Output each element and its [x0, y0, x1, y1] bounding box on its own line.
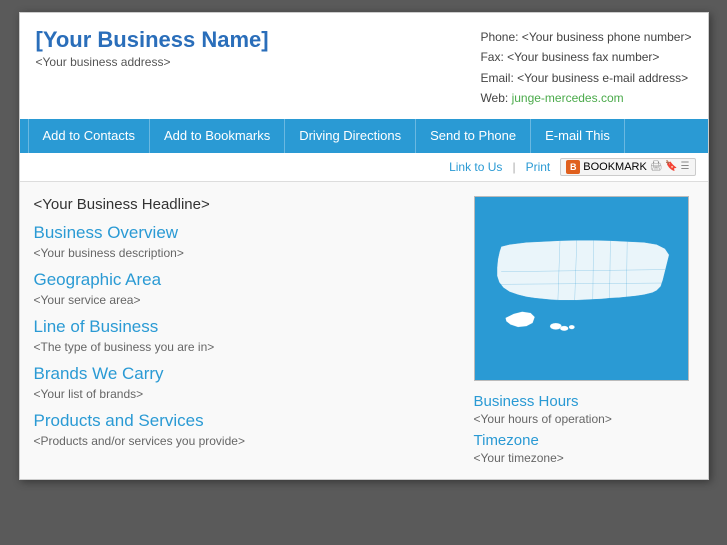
web-url-link[interactable]: junge-mercedes.com [512, 91, 624, 105]
header-right: Phone: <Your business phone number> Fax:… [480, 27, 691, 109]
business-name: [Your Business Name] [36, 27, 269, 53]
right-section-desc-1: <Your timezone> [474, 451, 694, 465]
business-address: <Your business address> [36, 55, 269, 69]
nav-driving-directions[interactable]: Driving Directions [285, 119, 416, 153]
bookmark-label: BOOKMARK [583, 161, 647, 173]
section-title-2: Line of Business [34, 317, 454, 337]
section-desc-4: <Products and/or services you provide> [34, 434, 454, 448]
bookmark-icon: B [566, 160, 580, 174]
bookmark-icons-extra: 🖨 🔖 ☰ [650, 161, 690, 172]
right-column: Business Hours <Your hours of operation>… [474, 196, 694, 465]
navbar: Add to Contacts Add to Bookmarks Driving… [20, 119, 708, 153]
right-section-title-0: Business Hours [474, 393, 694, 410]
email-label: Email: <Your business e-mail address> [480, 68, 691, 88]
main-content: <Your Business Headline> Business Overvi… [20, 182, 708, 479]
right-section-title-1: Timezone [474, 432, 694, 449]
header-left: [Your Business Name] <Your business addr… [36, 27, 269, 109]
link-to-us-link[interactable]: Link to Us [449, 160, 502, 174]
section-title-1: Geographic Area [34, 270, 454, 290]
section-title-3: Brands We Carry [34, 364, 454, 384]
usa-map [476, 201, 686, 376]
section-title-4: Products and Services [34, 411, 454, 431]
map-container [474, 196, 689, 381]
left-column: <Your Business Headline> Business Overvi… [34, 196, 474, 465]
right-section-desc-0: <Your hours of operation> [474, 412, 694, 426]
section-desc-1: <Your service area> [34, 293, 454, 307]
section-desc-2: <The type of business you are in> [34, 340, 454, 354]
section-desc-3: <Your list of brands> [34, 387, 454, 401]
bookmark-button[interactable]: B BOOKMARK 🖨 🔖 ☰ [560, 158, 695, 176]
web-label: Web: junge-mercedes.com [480, 88, 691, 108]
toolbar-separator: | [512, 160, 515, 174]
phone-label: Phone: <Your business phone number> [480, 27, 691, 47]
toolbar: Link to Us | Print B BOOKMARK 🖨 🔖 ☰ [20, 153, 708, 182]
nav-send-to-phone[interactable]: Send to Phone [416, 119, 531, 153]
section-title-0: Business Overview [34, 223, 454, 243]
page-wrapper: [Your Business Name] <Your business addr… [19, 12, 709, 480]
nav-add-to-bookmarks[interactable]: Add to Bookmarks [150, 119, 285, 153]
nav-add-to-contacts[interactable]: Add to Contacts [28, 119, 151, 153]
fax-label: Fax: <Your business fax number> [480, 47, 691, 67]
print-link[interactable]: Print [526, 160, 551, 174]
business-headline: <Your Business Headline> [34, 196, 454, 213]
nav-email-this[interactable]: E-mail This [531, 119, 625, 153]
header: [Your Business Name] <Your business addr… [20, 13, 708, 119]
section-desc-0: <Your business description> [34, 246, 454, 260]
